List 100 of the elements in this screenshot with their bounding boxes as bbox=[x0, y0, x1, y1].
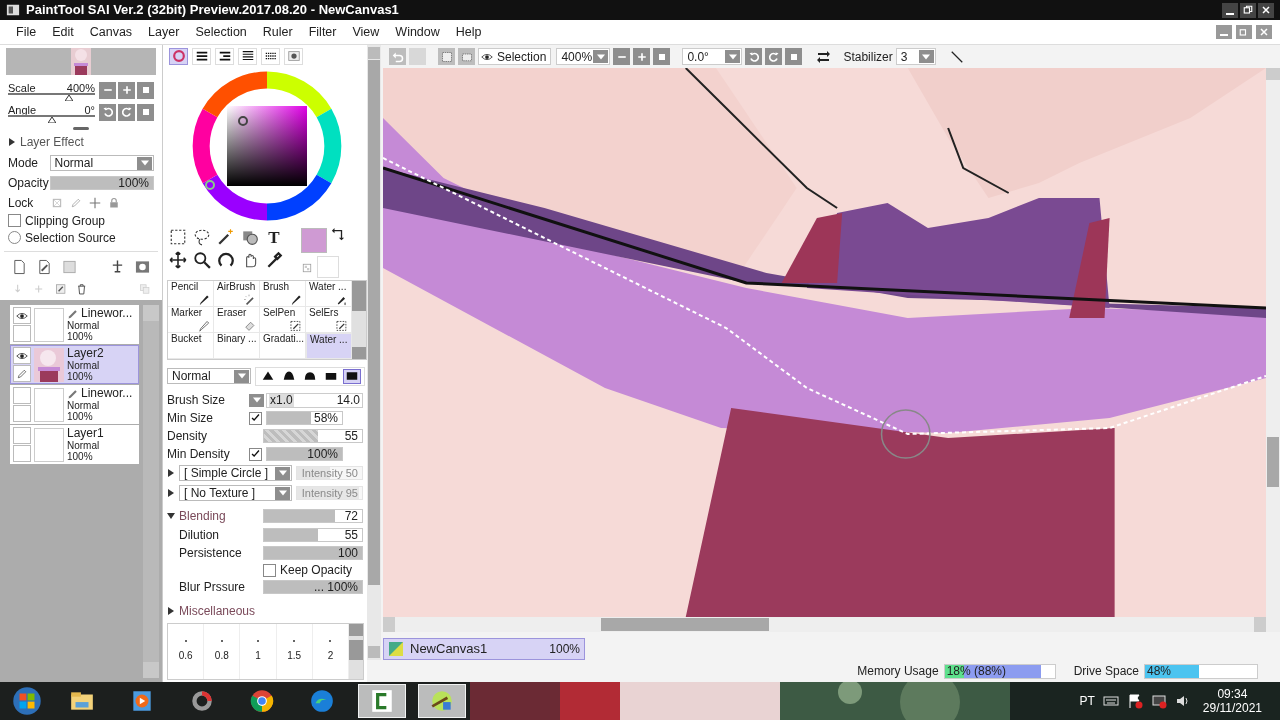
slider-track[interactable]: 55 bbox=[263, 429, 363, 443]
zoom-in-button[interactable] bbox=[118, 81, 135, 99]
blend-mode-dropdown[interactable]: Normal bbox=[167, 368, 251, 384]
slider-track[interactable]: 72 bbox=[263, 509, 363, 523]
menu-item[interactable]: Canvas bbox=[81, 22, 141, 42]
layer-row[interactable]: Layer1 Normal 100% bbox=[10, 425, 140, 464]
brush-slot[interactable]: AirBrush bbox=[214, 281, 260, 307]
menu-item[interactable]: View bbox=[344, 22, 388, 42]
section-header[interactable]: Blending bbox=[167, 507, 263, 525]
slider-track[interactable]: 100 bbox=[263, 546, 363, 560]
restore-button[interactable] bbox=[1240, 2, 1256, 18]
reset-rotation-button[interactable] bbox=[785, 48, 803, 65]
checkbox[interactable] bbox=[8, 214, 21, 227]
menu-item[interactable]: Window bbox=[387, 22, 448, 42]
checkbox[interactable] bbox=[263, 563, 276, 577]
brush-size-field[interactable]: x1.0 14.0 bbox=[266, 392, 363, 408]
brush-size-preset[interactable]: 1.5 bbox=[276, 624, 313, 679]
reset-button[interactable] bbox=[137, 103, 154, 121]
brush-size-preset[interactable]: 1 bbox=[240, 624, 277, 679]
menu-item[interactable]: Ruler bbox=[254, 22, 301, 42]
brush-shape-dropdown[interactable]: [ Simple Circle ] bbox=[179, 465, 292, 481]
dropdown-button[interactable] bbox=[593, 50, 609, 63]
navigator-preview[interactable] bbox=[6, 48, 156, 75]
expand-arrow-icon[interactable] bbox=[167, 489, 175, 497]
scrollbar[interactable] bbox=[1266, 68, 1280, 617]
rotate-right-button[interactable] bbox=[118, 103, 135, 121]
slider-track[interactable]: ... 100% bbox=[263, 580, 363, 594]
slider-track[interactable]: 100% bbox=[50, 176, 154, 190]
selection-visibility-button[interactable]: Selection bbox=[478, 48, 552, 65]
zoom-out-button[interactable] bbox=[613, 48, 631, 65]
edit-toggle[interactable] bbox=[13, 405, 31, 422]
slider-track[interactable]: 100% bbox=[266, 447, 343, 461]
canvas-tab[interactable]: NewCanvas1 100% bbox=[383, 638, 585, 660]
language-indicator[interactable]: PT bbox=[1079, 692, 1095, 710]
visibility-toggle[interactable] bbox=[13, 427, 31, 444]
checkbox[interactable] bbox=[249, 411, 262, 425]
menu-item[interactable]: File bbox=[8, 22, 45, 42]
dropdown-button[interactable] bbox=[275, 466, 290, 480]
minimize-button[interactable] bbox=[1222, 2, 1238, 18]
clock-time[interactable]: 09:34 bbox=[1217, 687, 1248, 701]
invert-selection-button[interactable] bbox=[458, 48, 475, 65]
brush-slot[interactable]: Marker bbox=[168, 307, 214, 333]
resize-handle[interactable] bbox=[73, 126, 89, 130]
angle-dropdown[interactable]: 0.0° bbox=[682, 48, 743, 65]
close-button[interactable] bbox=[1258, 2, 1274, 18]
menu-item[interactable]: Selection bbox=[187, 22, 255, 42]
layer-row[interactable]: Linewor... Normal 100% bbox=[10, 305, 140, 344]
slider-track[interactable]: 55 bbox=[263, 528, 363, 542]
menu-item[interactable]: Edit bbox=[44, 22, 82, 42]
layer-row[interactable]: Linewor... Normal 100% bbox=[10, 385, 140, 424]
expanded-arrow-icon[interactable] bbox=[167, 512, 175, 520]
deselect-button[interactable] bbox=[438, 48, 455, 65]
undo-button[interactable] bbox=[389, 48, 406, 65]
slider-track[interactable]: 58% bbox=[266, 411, 343, 425]
visibility-toggle[interactable] bbox=[13, 347, 31, 364]
scrollbar[interactable] bbox=[352, 281, 366, 359]
scrollbar[interactable] bbox=[349, 624, 363, 679]
edit-toggle[interactable] bbox=[13, 365, 31, 382]
color-wheel[interactable] bbox=[190, 69, 344, 223]
brush-slot[interactable]: Water ... bbox=[306, 333, 352, 359]
brush-slot[interactable]: Bucket bbox=[168, 333, 214, 359]
dropdown-button[interactable] bbox=[725, 50, 741, 63]
clock-date[interactable]: 29/11/2021 bbox=[1202, 701, 1262, 715]
brush-slot[interactable]: Brush bbox=[260, 281, 306, 307]
section-header[interactable]: Miscellaneous bbox=[167, 602, 263, 620]
reset-zoom-button[interactable] bbox=[653, 48, 671, 65]
menu-item[interactable]: Help bbox=[447, 22, 490, 42]
layer-row[interactable]: Layer2 Normal 100% bbox=[10, 345, 140, 384]
expand-arrow-icon[interactable] bbox=[167, 469, 175, 477]
rotate-left-button[interactable] bbox=[99, 103, 116, 121]
edit-toggle[interactable] bbox=[13, 325, 31, 342]
edit-toggle[interactable] bbox=[13, 445, 31, 462]
stabilizer-dropdown[interactable]: 3 bbox=[895, 48, 936, 65]
rotate-left-button[interactable] bbox=[745, 48, 763, 65]
collapsed-arrow-icon[interactable] bbox=[8, 138, 16, 146]
zoom-out-button[interactable] bbox=[99, 81, 116, 99]
brush-slot[interactable]: Pencil bbox=[168, 281, 214, 307]
checkbox[interactable] bbox=[249, 447, 262, 461]
reset-button[interactable] bbox=[137, 81, 154, 99]
zoom-dropdown[interactable]: 400% bbox=[556, 48, 611, 65]
brush-slot[interactable]: SelPen bbox=[260, 307, 306, 333]
collapsed-arrow-icon[interactable] bbox=[167, 607, 175, 615]
visibility-toggle[interactable] bbox=[13, 387, 31, 404]
brush-size-preset[interactable]: 0.6 bbox=[168, 624, 205, 679]
menu-item[interactable]: Layer bbox=[140, 22, 188, 42]
visibility-toggle[interactable] bbox=[13, 307, 31, 324]
slider-track[interactable] bbox=[8, 93, 95, 101]
menu-item[interactable]: Filter bbox=[300, 22, 345, 42]
brush-slot[interactable]: Eraser bbox=[214, 307, 260, 333]
scrollbar[interactable] bbox=[383, 617, 1280, 632]
brush-slot[interactable]: Binary ... bbox=[214, 333, 260, 359]
slider-track[interactable] bbox=[8, 115, 95, 123]
blend-mode-dropdown[interactable]: Normal bbox=[49, 155, 154, 171]
dropdown-button[interactable] bbox=[234, 369, 249, 383]
dropdown-button[interactable] bbox=[918, 50, 934, 63]
zoom-in-button[interactable] bbox=[633, 48, 651, 65]
taskbar-app[interactable] bbox=[418, 684, 466, 718]
dropdown-button[interactable] bbox=[275, 486, 290, 500]
layer-effect-header[interactable]: Layer Effect bbox=[0, 133, 162, 151]
color-swatch[interactable] bbox=[301, 228, 327, 253]
